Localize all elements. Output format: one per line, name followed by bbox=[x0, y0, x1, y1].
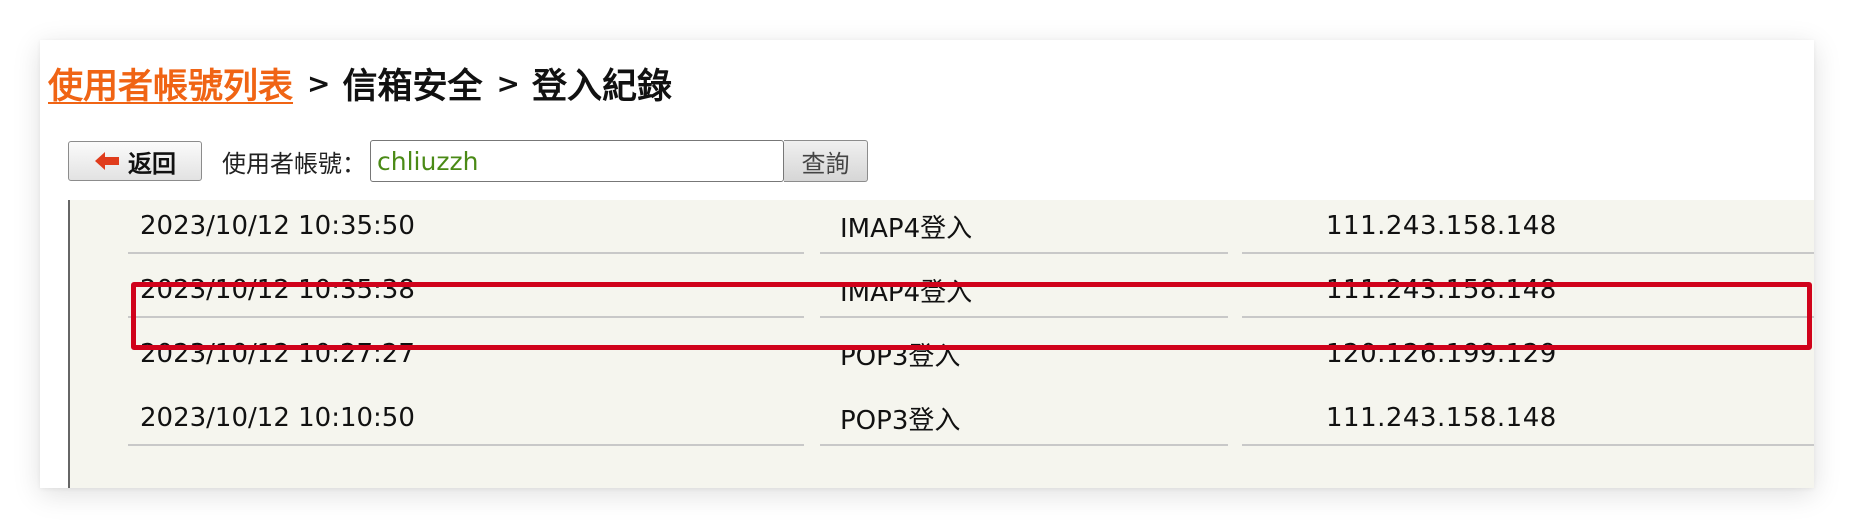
row-divider bbox=[128, 252, 804, 254]
login-ip: 111.243.158.148 bbox=[1326, 275, 1557, 305]
login-ip: 111.243.158.148 bbox=[1326, 211, 1557, 241]
table-row: 2023/10/12 10:35:50 IMAP4登入 111.243.158.… bbox=[70, 200, 1814, 264]
breadcrumb-separator: > bbox=[496, 66, 520, 100]
login-type: IMAP4登入 bbox=[840, 213, 973, 244]
login-record-panel: 使用者帳號列表 > 信箱安全 > 登入紀錄 返回 使用者帳號： 查詢 2023/… bbox=[40, 40, 1814, 488]
login-time: 2023/10/12 10:35:50 bbox=[140, 211, 415, 241]
table-row: 2023/10/12 10:27:27 POP3登入 120.126.199.1… bbox=[70, 328, 1814, 392]
login-ip: 120.126.199.129 bbox=[1326, 339, 1557, 369]
login-type: POP3登入 bbox=[840, 405, 961, 436]
row-divider bbox=[820, 252, 1228, 254]
page-title: 登入紀錄 bbox=[531, 66, 672, 107]
row-divider bbox=[1242, 444, 1814, 446]
login-type: IMAP4登入 bbox=[840, 277, 973, 308]
left-arrow-icon bbox=[94, 151, 120, 171]
table-row: 2023/10/12 10:35:38 IMAP4登入 111.243.158.… bbox=[70, 264, 1814, 328]
row-divider bbox=[1242, 316, 1814, 318]
login-record-table: 2023/10/12 10:35:50 IMAP4登入 111.243.158.… bbox=[68, 200, 1814, 488]
account-input[interactable] bbox=[370, 140, 784, 182]
breadcrumb-mailbox-security: 信箱安全 bbox=[342, 66, 483, 107]
row-divider bbox=[1242, 252, 1814, 254]
login-time: 2023/10/12 10:35:38 bbox=[140, 275, 415, 305]
row-divider bbox=[820, 444, 1228, 446]
login-type: POP3登入 bbox=[840, 341, 961, 372]
login-time: 2023/10/12 10:27:27 bbox=[140, 339, 415, 369]
login-ip: 111.243.158.148 bbox=[1326, 403, 1557, 433]
row-divider bbox=[128, 316, 804, 318]
breadcrumb-user-list-link[interactable]: 使用者帳號列表 bbox=[48, 58, 293, 109]
toolbar: 返回 使用者帳號： 查詢 bbox=[68, 139, 868, 183]
query-button[interactable]: 查詢 bbox=[784, 140, 868, 182]
row-divider bbox=[820, 316, 1228, 318]
back-button-label: 返回 bbox=[128, 149, 176, 178]
row-divider bbox=[128, 444, 804, 446]
breadcrumb-separator: > bbox=[307, 66, 331, 100]
back-button[interactable]: 返回 bbox=[68, 141, 202, 181]
account-label: 使用者帳號： bbox=[222, 149, 366, 178]
screenshot-frame: 使用者帳號列表 > 信箱安全 > 登入紀錄 返回 使用者帳號： 查詢 2023/… bbox=[0, 0, 1854, 528]
table-row: 2023/10/12 10:10:50 POP3登入 111.243.158.1… bbox=[70, 392, 1814, 456]
breadcrumb: 使用者帳號列表 > 信箱安全 > 登入紀錄 bbox=[48, 58, 672, 108]
login-time: 2023/10/12 10:10:50 bbox=[140, 403, 415, 433]
